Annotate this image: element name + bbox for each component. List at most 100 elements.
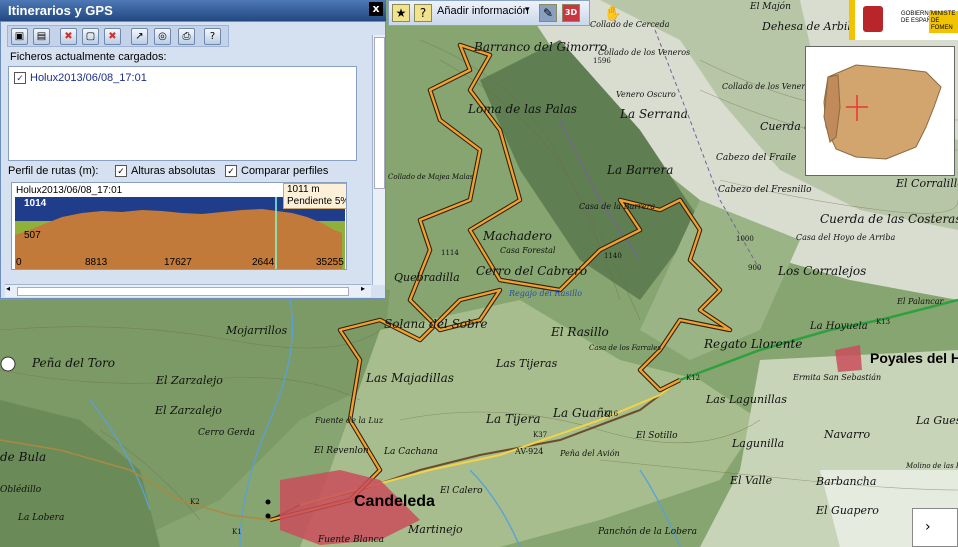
panel-title: Itinerarios y GPS <box>0 0 386 21</box>
pan-hand-icon[interactable]: ✋ <box>604 6 621 22</box>
map-label: Peña del Avión <box>560 449 620 458</box>
map-label: La Barrera <box>607 163 674 177</box>
ministry-text: DE FOMEN <box>931 18 953 31</box>
compare-profiles-checkbox[interactable]: ✓ Comparar perfiles <box>225 165 329 178</box>
map-label: Casa de la Barrera <box>579 202 656 211</box>
map-label: Collado de los Venero <box>722 82 811 91</box>
map-label: Las Lagunillas <box>706 393 787 406</box>
map-label: El Rasillo <box>551 325 609 339</box>
scrollbar-thumb[interactable] <box>17 287 349 296</box>
close-icon[interactable]: x <box>369 2 383 16</box>
town-label-poyales: Poyales del Ho <box>870 350 958 366</box>
road-label: K37 <box>533 431 548 439</box>
map-toolbar: ★ ? Añadir información ▾ ✎ 3D <box>388 0 590 26</box>
star-icon[interactable]: ★ <box>392 4 410 22</box>
map-label: Loma de las Palas <box>468 102 577 116</box>
map-label: Machadero <box>483 229 552 243</box>
map-label: Fuente Blanca <box>318 535 385 545</box>
road-label: K16 <box>604 410 619 418</box>
file-checkbox[interactable]: ✓ <box>14 72 26 85</box>
map-label: El Sotillo <box>636 431 678 441</box>
tooltip-altitude: 1011 m <box>287 184 320 195</box>
map-label: Peña del Toro <box>32 356 116 370</box>
road-label: K12 <box>686 374 701 382</box>
print-icon[interactable]: ⎙ <box>178 28 195 45</box>
edit-pencil-icon[interactable]: ✎ <box>539 4 557 22</box>
map-label: Barranco del Gimorro <box>474 40 608 54</box>
x-tick-label: 17627 <box>164 257 192 268</box>
profile-label: Perfil de rutas (m): <box>8 165 99 177</box>
map-label: Cabezo del Fraile <box>716 153 797 163</box>
checkbox-label: Comparar perfiles <box>241 165 329 177</box>
checkbox[interactable]: ✓ <box>225 165 237 178</box>
town-label-candeleda: Candeleda <box>354 493 435 510</box>
map-label: Fuente de la Luz <box>315 416 384 425</box>
help-icon[interactable]: ? <box>414 4 432 22</box>
road-label: K2 <box>190 498 200 506</box>
absolute-heights-checkbox[interactable]: ✓ Alturas absolutas <box>115 165 215 178</box>
vertical-scrollbar[interactable] <box>372 35 385 285</box>
road-label: AV-924 <box>515 447 544 456</box>
map-label: Oblédillo <box>0 485 42 495</box>
overview-minimap[interactable] <box>805 46 955 176</box>
open-file-icon[interactable]: ▣ <box>11 28 28 45</box>
add-info-dropdown[interactable]: Añadir información <box>437 5 529 17</box>
arrow-left-icon[interactable]: ◂ <box>6 284 10 293</box>
horizontal-scrollbar[interactable]: ◂ ▸ <box>5 284 371 297</box>
map-label: El Calero <box>440 486 483 496</box>
map-label: Quebradilla <box>394 271 460 284</box>
arrow-right-icon[interactable]: › <box>925 519 931 535</box>
x-tick-label: 2644 <box>252 257 275 268</box>
map-label: Panchón de la Lobera <box>598 527 697 537</box>
map-label: Mojarrillos <box>226 324 288 337</box>
map-label: Casa de los Farrales <box>589 344 662 352</box>
map-label: La Tijera <box>486 412 541 426</box>
map-label: La Serrana <box>620 107 688 121</box>
gps-routes-panel: ▣ ▤ ✖ ▢ ✖ ↗ ◎ ⎙ ? Ficheros actualmente c… <box>0 21 386 299</box>
map-label: Lagunilla <box>732 437 785 450</box>
map-label: El Zarzalejo <box>155 404 222 417</box>
map-label: Cuerda de las Costeras <box>820 212 958 226</box>
folder-icon[interactable]: ▤ <box>33 28 50 45</box>
y-tick-label: 1014 <box>24 198 47 209</box>
map-label: El Majón <box>750 2 791 12</box>
file-name: Holux2013/06/08_17:01 <box>30 72 147 84</box>
checkbox[interactable]: ✓ <box>115 165 127 178</box>
x-tick-label: 0 <box>16 257 22 268</box>
elevation-label: 1114 <box>441 249 459 257</box>
files-label: Ficheros actualmente cargados: <box>10 51 167 63</box>
chevron-down-icon[interactable]: ▾ <box>525 5 530 15</box>
elevation-label: 1140 <box>604 252 622 260</box>
map-label: Casa Forestal <box>500 246 556 255</box>
export-icon[interactable]: ↗ <box>131 28 148 45</box>
settings-icon[interactable]: ◎ <box>154 28 171 45</box>
loaded-files-list: ✓ Holux2013/06/08_17:01 <box>8 66 357 161</box>
map-label: La Guaña <box>553 406 612 420</box>
tooltip-slope: Pendiente 5% <box>287 196 347 207</box>
arrow-right-icon[interactable]: ▸ <box>361 284 365 293</box>
map-label: La Lobera <box>18 513 65 523</box>
map-label: Navarro <box>824 428 871 441</box>
ministry-logo: GOBIERNO DE ESPAÑA MINISTE DE FOMEN <box>849 0 958 40</box>
remove-icon[interactable]: ✖ <box>60 28 77 45</box>
flag-stripe <box>849 0 855 40</box>
scrollbar-thumb[interactable] <box>374 37 385 189</box>
map-label: La Hoyuela <box>810 321 868 332</box>
save-icon[interactable]: ▢ <box>82 28 99 45</box>
elevation-label: 1000 <box>736 235 754 243</box>
road-label: K1 <box>232 528 242 536</box>
delete-icon[interactable]: ✖ <box>104 28 121 45</box>
panel-toolbar: ▣ ▤ ✖ ▢ ✖ ↗ ◎ ⎙ ? <box>7 25 229 47</box>
map-label: Collado de Cerceda <box>590 20 670 29</box>
help-icon[interactable]: ? <box>204 28 221 45</box>
elevation-profile-chart[interactable]: Holux2013/06/08_17:01 1014 507 0 8813 17… <box>11 182 347 270</box>
map-label: Cabezo del Fresnillo <box>718 185 812 195</box>
map-label: La Guesta <box>916 414 958 427</box>
3d-view-icon[interactable]: 3D <box>562 4 580 22</box>
map-label: Los Corralejos <box>778 264 867 278</box>
road-label: K13 <box>876 318 891 326</box>
navigation-box[interactable]: › <box>912 508 958 547</box>
map-label: Martinejo <box>408 523 463 536</box>
elevation-label: 1596 <box>593 57 611 65</box>
list-item[interactable]: ✓ Holux2013/06/08_17:01 <box>14 72 147 85</box>
